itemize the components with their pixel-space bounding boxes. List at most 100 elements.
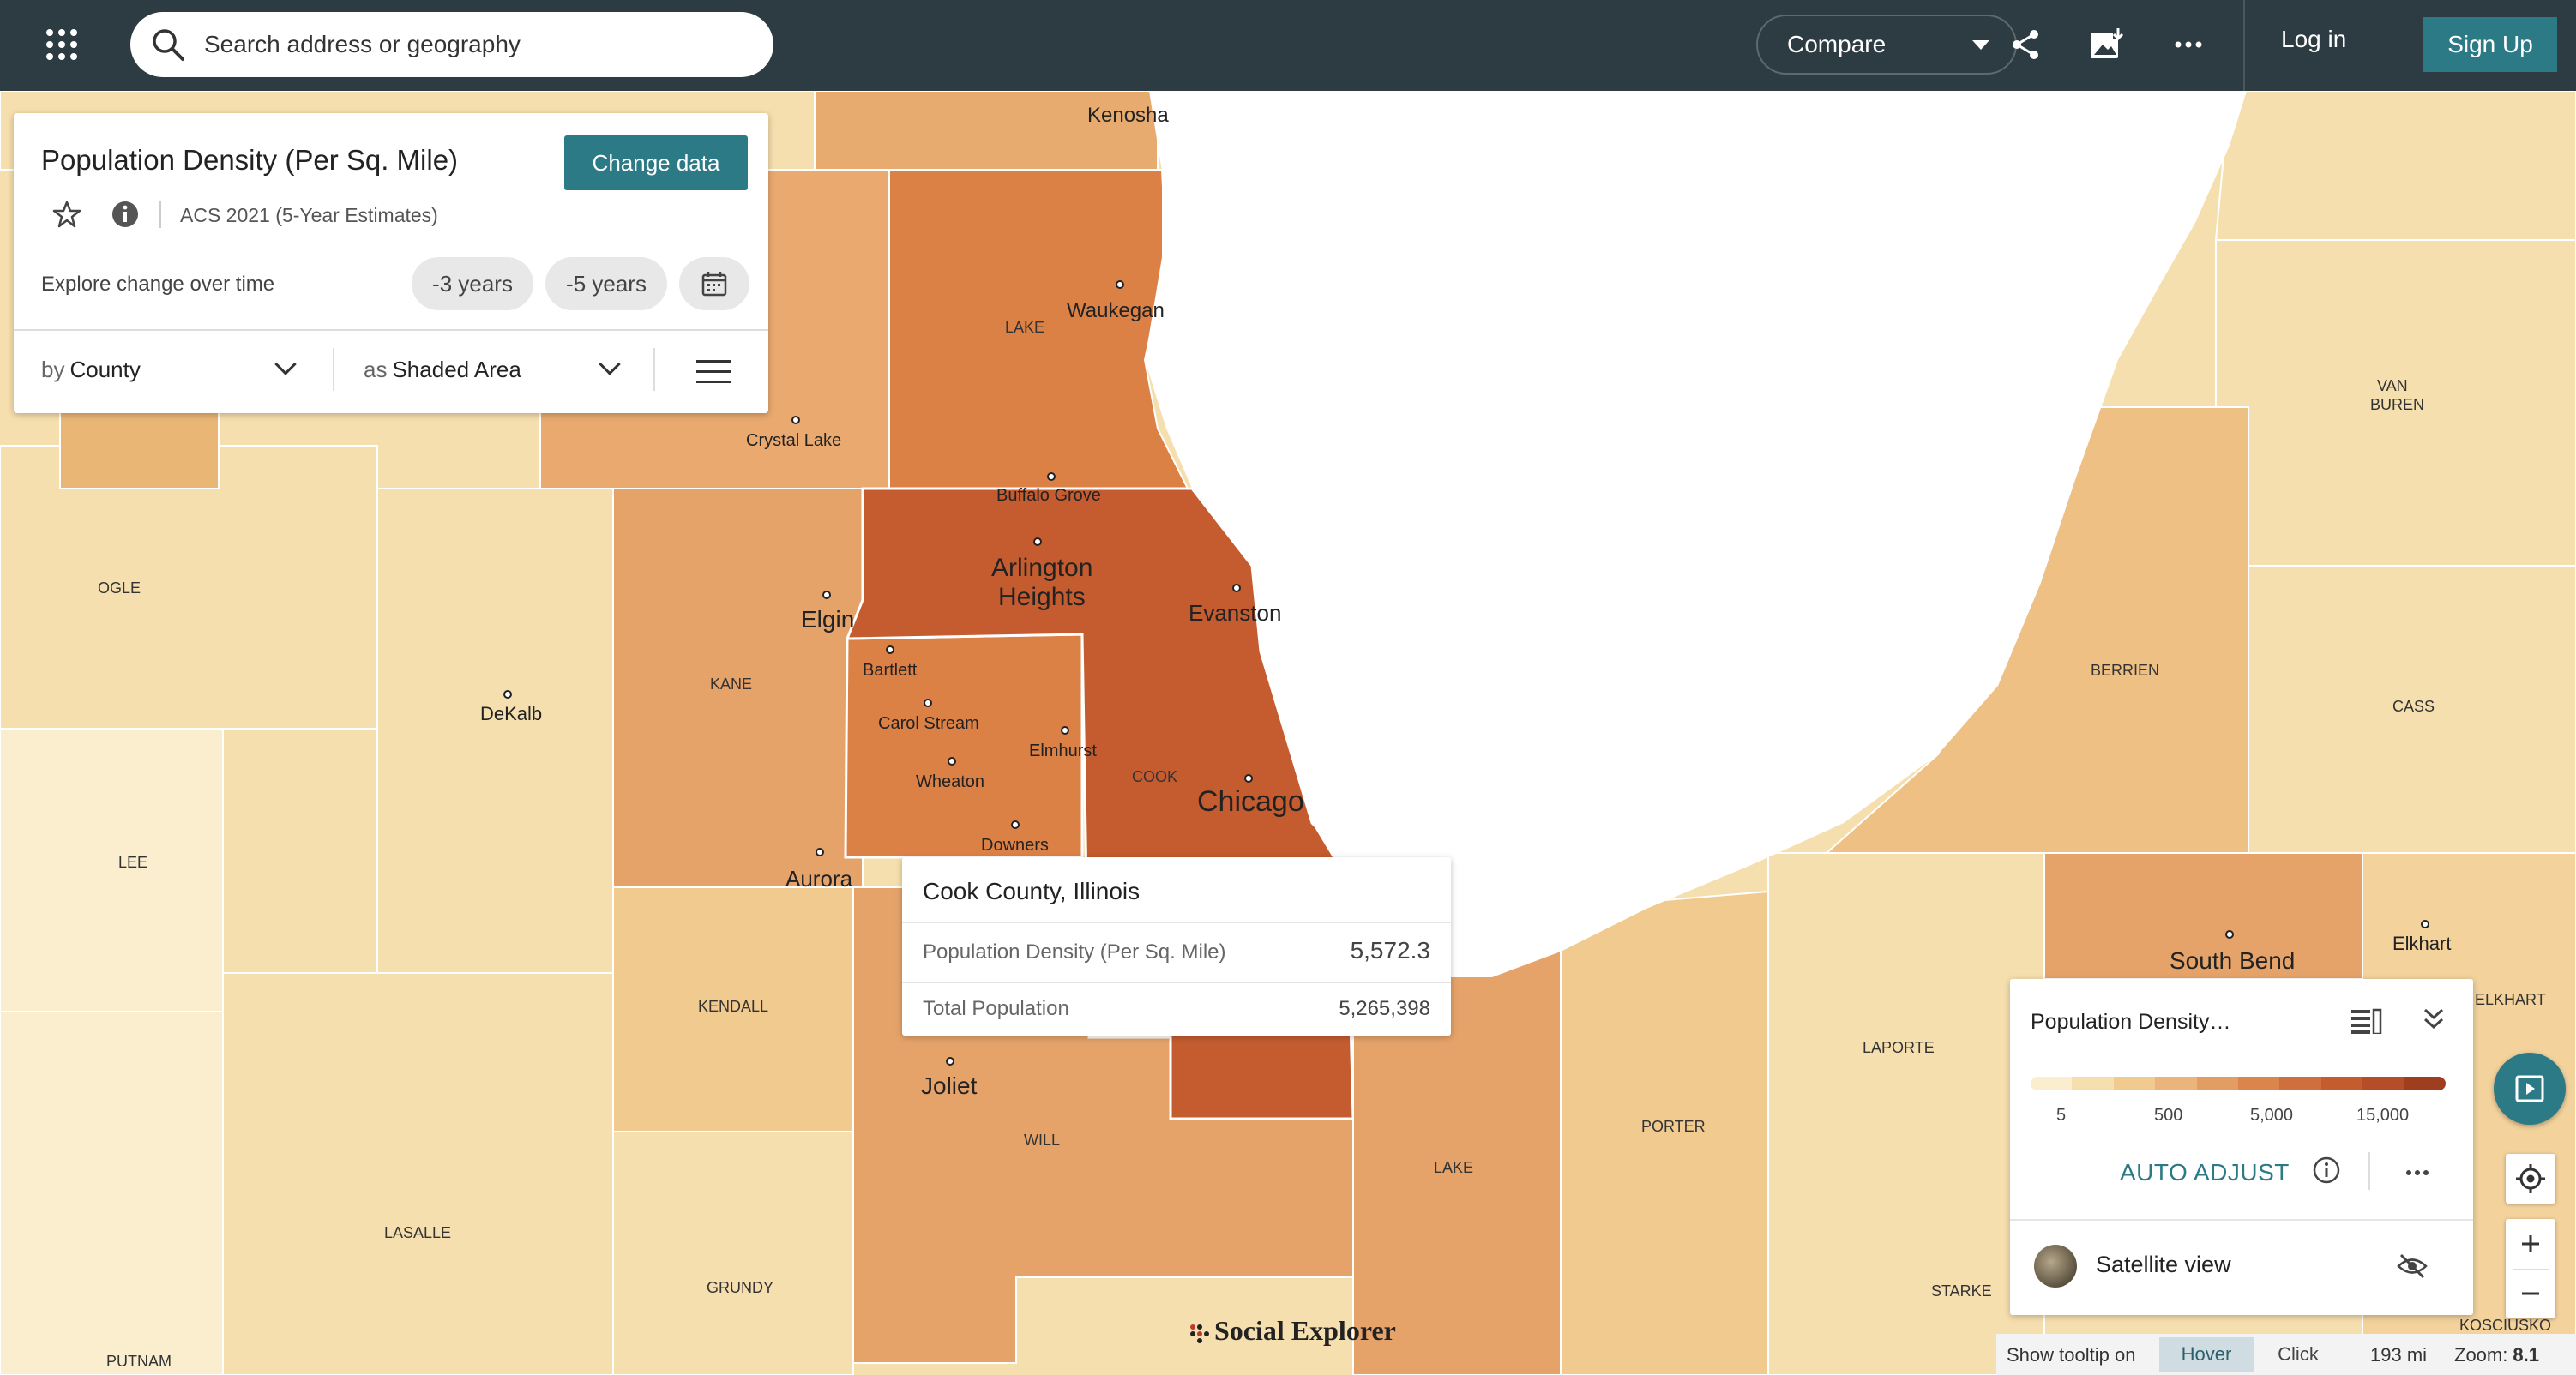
satellite-view-label: Satellite view bbox=[2096, 1252, 2231, 1277]
search-box[interactable] bbox=[130, 12, 773, 77]
share-icon[interactable] bbox=[2007, 26, 2044, 63]
county-grundy[interactable] bbox=[612, 1131, 854, 1375]
zoom-level: Zoom: 8.1 bbox=[2454, 1344, 2539, 1366]
tooltip-row-value: 5,572.3 bbox=[1350, 937, 1430, 964]
panel-separator bbox=[14, 329, 768, 331]
city-label: Crystal Lake bbox=[746, 431, 841, 450]
satellite-thumbnail[interactable] bbox=[2034, 1245, 2077, 1288]
visualization-type-select[interactable]: as Shaded Area bbox=[364, 357, 521, 383]
county-label: KENDALL bbox=[698, 998, 768, 1015]
explore-label: Explore change over time bbox=[41, 273, 275, 296]
legend-swatch bbox=[2155, 1077, 2197, 1090]
status-bar: Show tooltip on Hover Click 193 mi Zoom:… bbox=[1996, 1334, 2576, 1375]
city-label: Aurora bbox=[785, 866, 853, 892]
zoom-label: Zoom: bbox=[2454, 1344, 2508, 1366]
tooltip-title: Cook County, Illinois bbox=[923, 878, 1141, 904]
legend-tick: 5,000 bbox=[2250, 1106, 2294, 1125]
county-lasalle[interactable] bbox=[222, 972, 653, 1375]
select-divider bbox=[333, 348, 334, 391]
signup-button[interactable]: Sign Up bbox=[2423, 17, 2557, 72]
city-label: Downers bbox=[981, 836, 1049, 855]
legend-divider bbox=[2368, 1152, 2370, 1190]
county-label: LEE bbox=[118, 854, 147, 871]
export-image-icon[interactable] bbox=[2087, 26, 2125, 63]
county-allegan[interactable] bbox=[2214, 90, 2576, 241]
minus-3-years-button[interactable]: -3 years bbox=[412, 257, 533, 310]
change-data-button[interactable]: Change data bbox=[564, 135, 748, 190]
city-label: Bartlett bbox=[863, 661, 918, 680]
chevron-down-icon[interactable] bbox=[274, 353, 297, 375]
login-link[interactable]: Log in bbox=[2281, 26, 2346, 53]
tooltip-row-value: 5,265,398 bbox=[1339, 997, 1430, 1020]
city-label: Arlington bbox=[991, 554, 1092, 582]
city-label: Kenosha bbox=[1087, 104, 1169, 127]
city-label: Elkhart bbox=[2392, 933, 2451, 954]
tooltip-row: Total Population 5,265,398 bbox=[902, 982, 1451, 1036]
as-value: Shaded Area bbox=[392, 357, 521, 382]
legend-detail-icon[interactable] bbox=[2350, 1008, 2382, 1036]
collapse-icon[interactable] bbox=[2422, 1006, 2446, 1032]
tooltip-row: Population Density (Per Sq. Mile) 5,572.… bbox=[902, 922, 1451, 982]
county-label: PORTER bbox=[1641, 1118, 1706, 1135]
info-icon[interactable] bbox=[110, 199, 141, 230]
apps-grid-icon[interactable] bbox=[45, 27, 79, 62]
more-icon[interactable] bbox=[2170, 26, 2207, 63]
legend-title: Population Density… bbox=[2031, 1010, 2231, 1034]
legend-swatch bbox=[2404, 1077, 2446, 1090]
county-label: BERRIEN bbox=[2091, 662, 2159, 679]
legend-swatch bbox=[2113, 1077, 2156, 1090]
brand-logo: Social Explorer bbox=[1189, 1315, 1396, 1347]
county-label: GRUNDY bbox=[707, 1279, 773, 1296]
tooltip-click-toggle[interactable]: Click bbox=[2257, 1337, 2339, 1372]
legend-panel: Population Density… 5 500 5,000 15,000 A… bbox=[2010, 979, 2473, 1315]
auto-adjust-button[interactable]: AUTO ADJUST bbox=[2120, 1159, 2290, 1186]
zoom-out-icon[interactable] bbox=[2506, 1269, 2555, 1318]
crosshair-icon bbox=[2516, 1164, 2545, 1193]
eye-off-icon[interactable] bbox=[2396, 1250, 2429, 1282]
city-label: Carol Stream bbox=[878, 714, 979, 733]
info-icon[interactable] bbox=[2312, 1156, 2341, 1185]
star-icon[interactable] bbox=[51, 199, 82, 230]
city-label: Elgin bbox=[801, 606, 854, 633]
zoom-value: 8.1 bbox=[2513, 1344, 2539, 1366]
compare-dropdown[interactable]: Compare bbox=[1756, 15, 2017, 75]
panel-title: Population Density (Per Sq. Mile) bbox=[41, 144, 459, 176]
county-dekalb[interactable] bbox=[376, 488, 614, 974]
meta-divider bbox=[159, 201, 161, 228]
city-label: South Bend bbox=[2170, 947, 2295, 974]
county-label: WILL bbox=[1024, 1132, 1060, 1149]
city-label: Heights bbox=[998, 583, 1086, 611]
county-label: LAKE bbox=[1434, 1159, 1473, 1176]
county-label: KOSCIUSKO bbox=[2459, 1317, 2551, 1334]
county-mchenry-west[interactable] bbox=[59, 411, 220, 489]
brand-name: Social Explorer bbox=[1214, 1315, 1396, 1346]
hamburger-menu-icon[interactable] bbox=[696, 360, 731, 384]
county-label: PUTNAM bbox=[106, 1353, 172, 1370]
select-divider bbox=[653, 348, 655, 391]
by-prefix: by bbox=[41, 357, 65, 382]
tooltip-hover-toggle[interactable]: Hover bbox=[2159, 1337, 2254, 1372]
tooltip-row-label: Population Density (Per Sq. Mile) bbox=[923, 940, 1226, 964]
city-label: Joliet bbox=[921, 1072, 978, 1099]
county-putnam[interactable] bbox=[0, 1011, 224, 1375]
more-icon[interactable] bbox=[2404, 1166, 2430, 1175]
county-laporte[interactable] bbox=[1767, 852, 2045, 1375]
county-lee[interactable] bbox=[0, 728, 224, 1012]
calendar-button[interactable] bbox=[679, 257, 749, 310]
search-input[interactable] bbox=[202, 30, 717, 59]
presentation-button[interactable] bbox=[2494, 1053, 2566, 1125]
locate-button[interactable] bbox=[2506, 1154, 2555, 1204]
county-label: KANE bbox=[710, 675, 752, 693]
legend-swatch bbox=[2072, 1077, 2114, 1090]
minus-5-years-button[interactable]: -5 years bbox=[545, 257, 667, 310]
county-kenosha[interactable] bbox=[814, 90, 1159, 171]
tooltip-mode-label: Show tooltip on bbox=[2007, 1344, 2136, 1366]
chevron-down-icon[interactable] bbox=[599, 353, 621, 375]
tooltip-row-label: Total Population bbox=[923, 997, 1069, 1020]
calendar-icon bbox=[701, 272, 727, 297]
zoom-in-icon[interactable] bbox=[2506, 1219, 2555, 1269]
as-prefix: as bbox=[364, 357, 388, 382]
survey-label[interactable]: ACS 2021 (5-Year Estimates) bbox=[180, 204, 438, 227]
county-label: CASS bbox=[2392, 698, 2435, 715]
geography-level-select[interactable]: by County bbox=[41, 357, 141, 383]
